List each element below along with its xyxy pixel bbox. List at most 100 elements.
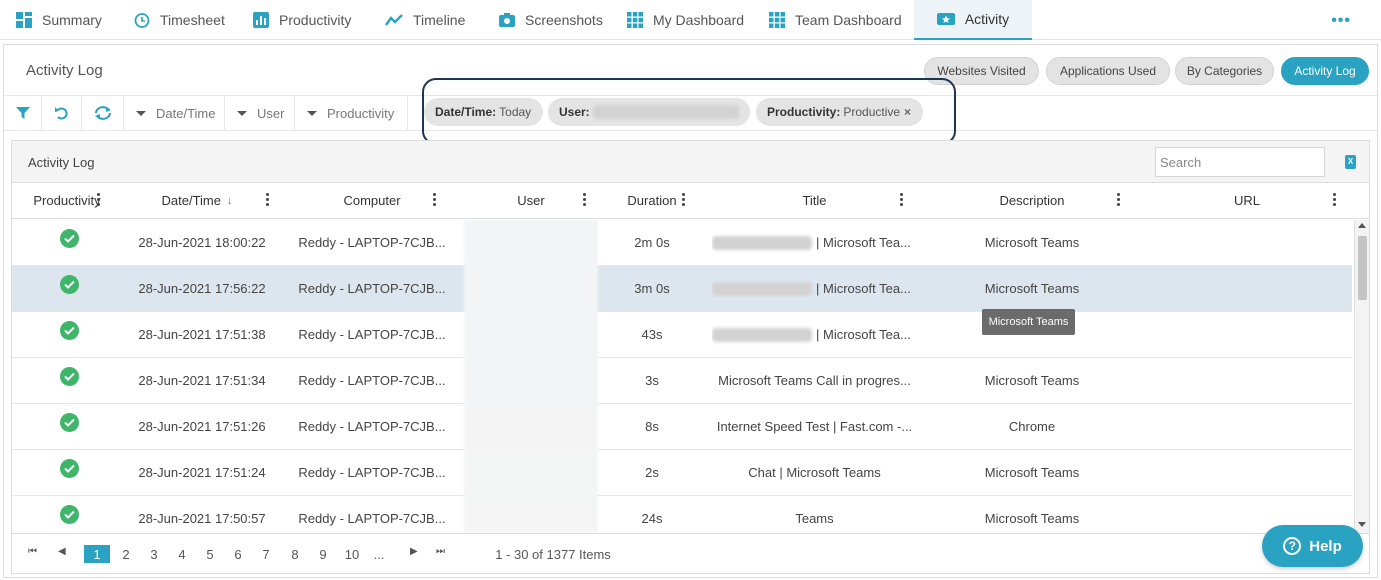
productive-check-icon bbox=[60, 367, 79, 386]
filter-button[interactable] bbox=[4, 96, 42, 130]
tab-my-dashboard[interactable]: My Dashboard bbox=[627, 0, 744, 40]
col-computer[interactable]: Computer bbox=[292, 183, 452, 218]
column-menu-icon[interactable] bbox=[433, 193, 437, 207]
tab-timeline[interactable]: Timeline bbox=[385, 0, 465, 40]
page-title: Activity Log bbox=[26, 62, 103, 79]
col-label: Productivity bbox=[33, 193, 101, 208]
column-menu-icon[interactable] bbox=[266, 193, 270, 207]
filter-chip-datetime[interactable]: Date/Time: Today bbox=[424, 98, 543, 126]
col-label: Description bbox=[999, 193, 1065, 208]
excel-export-icon[interactable]: X bbox=[1345, 155, 1356, 169]
table-row[interactable]: 28-Jun-2021 17:50:57 Reddy - LAPTOP-7CJB… bbox=[12, 496, 1352, 533]
col-productivity[interactable]: Productivity bbox=[12, 183, 122, 218]
close-icon[interactable]: × bbox=[904, 105, 911, 119]
tab-label: Timeline bbox=[413, 12, 466, 28]
table-row[interactable]: 28-Jun-2021 17:51:34 Reddy - LAPTOP-7CJB… bbox=[12, 358, 1352, 404]
col-datetime[interactable]: Date/Time ↓ bbox=[127, 183, 267, 218]
page-more[interactable]: ... bbox=[370, 545, 388, 563]
prev-page-icon[interactable]: ◀ bbox=[58, 546, 66, 557]
productivity-cell bbox=[12, 450, 127, 495]
page-9[interactable]: 9 bbox=[313, 545, 333, 563]
title-cell: | Microsoft Tea... bbox=[712, 220, 917, 265]
scroll-down-icon[interactable] bbox=[1358, 522, 1366, 527]
column-menu-icon[interactable] bbox=[900, 193, 904, 207]
table-row[interactable]: 28-Jun-2021 17:51:24 Reddy - LAPTOP-7CJB… bbox=[12, 450, 1352, 496]
refresh-button[interactable] bbox=[82, 96, 124, 130]
page-3[interactable]: 3 bbox=[144, 545, 164, 563]
page-8[interactable]: 8 bbox=[285, 545, 305, 563]
page-6[interactable]: 6 bbox=[228, 545, 248, 563]
tab-activity[interactable]: Activity bbox=[914, 0, 1032, 40]
col-url[interactable]: URL bbox=[1142, 183, 1352, 218]
next-page-icon[interactable]: ▶ bbox=[410, 546, 418, 557]
table-row[interactable]: 28-Jun-2021 17:56:22 Reddy - LAPTOP-7CJB… bbox=[12, 266, 1352, 312]
date-time-dropdown[interactable]: Date/Time bbox=[124, 96, 225, 130]
help-button[interactable]: ? Help bbox=[1262, 525, 1363, 567]
tab-label: Timesheet bbox=[160, 12, 225, 28]
column-menu-icon[interactable] bbox=[1117, 193, 1121, 207]
computer-cell: Reddy - LAPTOP-7CJB... bbox=[298, 511, 446, 526]
camera-icon bbox=[499, 13, 515, 27]
computer-cell: Reddy - LAPTOP-7CJB... bbox=[298, 281, 446, 296]
tab-summary[interactable]: Summary bbox=[16, 0, 102, 40]
column-menu-icon[interactable] bbox=[97, 193, 101, 207]
column-menu-icon[interactable] bbox=[583, 193, 587, 207]
table-row[interactable]: 28-Jun-2021 18:00:22 Reddy - LAPTOP-7CJB… bbox=[12, 220, 1352, 266]
col-label: Date/Time bbox=[161, 193, 221, 208]
redacted-user bbox=[592, 105, 739, 119]
page-5[interactable]: 5 bbox=[200, 545, 220, 563]
col-description[interactable]: Description bbox=[927, 183, 1137, 218]
sort-desc-icon: ↓ bbox=[226, 194, 233, 207]
scroll-thumb[interactable] bbox=[1358, 236, 1367, 300]
title-cell: | Microsoft Tea... bbox=[712, 266, 917, 311]
scroll-up-icon[interactable] bbox=[1358, 223, 1366, 228]
tab-label: Screenshots bbox=[525, 12, 603, 28]
productive-check-icon bbox=[60, 229, 79, 248]
chip-label: User: bbox=[559, 105, 590, 119]
page-4[interactable]: 4 bbox=[172, 545, 192, 563]
productivity-cell bbox=[12, 266, 127, 311]
column-menu-icon[interactable] bbox=[682, 193, 686, 207]
description-cell: Microsoft Teams bbox=[984, 235, 1080, 250]
description-cell: Microsoft Teams bbox=[984, 373, 1080, 388]
chip-value: Today bbox=[499, 105, 532, 119]
table-row[interactable]: 28-Jun-2021 17:51:26 Reddy - LAPTOP-7CJB… bbox=[12, 404, 1352, 450]
user-dropdown[interactable]: User bbox=[225, 96, 295, 130]
col-user[interactable]: User bbox=[464, 183, 598, 218]
first-page-icon[interactable]: ⏮ bbox=[28, 546, 37, 557]
col-duration[interactable]: Duration bbox=[602, 183, 702, 218]
caret-down-icon bbox=[307, 110, 317, 116]
activity-panel: Activity Log Websites Visited Applicatio… bbox=[3, 44, 1378, 578]
col-label: Duration bbox=[627, 193, 677, 208]
column-menu-icon[interactable] bbox=[1333, 193, 1337, 207]
caret-down-icon bbox=[136, 110, 146, 116]
vertical-scrollbar[interactable] bbox=[1354, 220, 1369, 533]
dropdown-label: User bbox=[257, 105, 285, 121]
table-row[interactable]: 28-Jun-2021 17:51:38 Reddy - LAPTOP-7CJB… bbox=[12, 312, 1352, 358]
title-cell: Microsoft Teams Call in progres... bbox=[718, 373, 911, 388]
page-10[interactable]: 10 bbox=[340, 545, 364, 563]
undo-button[interactable] bbox=[42, 96, 82, 130]
page-1[interactable]: 1 bbox=[84, 545, 110, 563]
filter-chip-user[interactable]: User: bbox=[548, 98, 750, 126]
tab-productivity[interactable]: Productivity bbox=[253, 0, 351, 40]
more-menu-icon[interactable]: ••• bbox=[1331, 12, 1351, 30]
title-cell: Internet Speed Test | Fast.com -... bbox=[716, 419, 913, 434]
view-activity-log[interactable]: Activity Log bbox=[1281, 57, 1369, 85]
filter-chip-productivity[interactable]: Productivity: Productive × bbox=[756, 98, 923, 126]
productivity-dropdown[interactable]: Productivity bbox=[295, 96, 408, 130]
last-page-icon[interactable]: ⏭ bbox=[436, 546, 445, 557]
page-2[interactable]: 2 bbox=[116, 545, 136, 563]
tab-screenshots[interactable]: Screenshots bbox=[499, 0, 603, 40]
redacted-text bbox=[712, 327, 812, 342]
view-applications-used[interactable]: Applications Used bbox=[1046, 57, 1170, 85]
tab-team-dashboard[interactable]: Team Dashboard bbox=[769, 0, 902, 40]
help-icon: ? bbox=[1283, 537, 1302, 555]
page-7[interactable]: 7 bbox=[256, 545, 276, 563]
col-title[interactable]: Title bbox=[712, 183, 917, 218]
productive-check-icon bbox=[60, 413, 79, 432]
top-nav: Summary Timesheet Productivity Timeline … bbox=[0, 0, 1381, 40]
tab-timesheet[interactable]: Timesheet bbox=[134, 0, 225, 40]
view-by-categories[interactable]: By Categories bbox=[1175, 57, 1274, 85]
search-input[interactable] bbox=[1155, 147, 1325, 177]
